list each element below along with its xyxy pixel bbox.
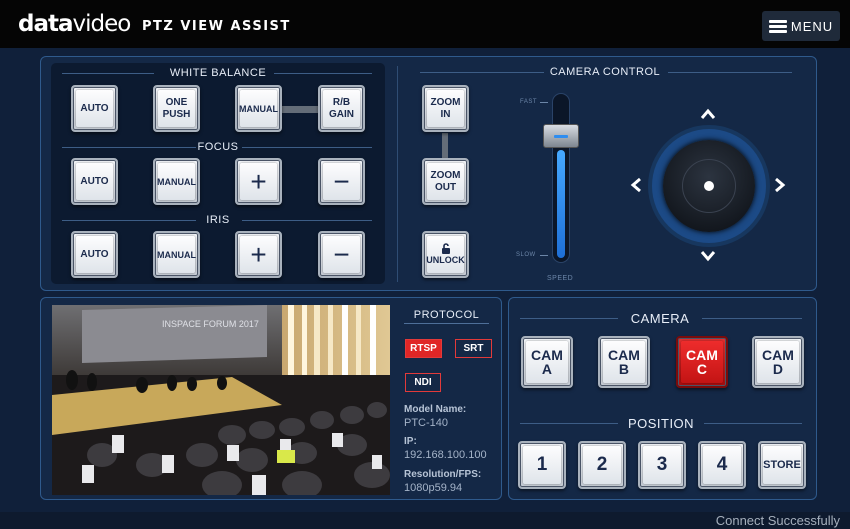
top-bar: datavideo PTZ VIEW ASSIST MENU <box>0 0 850 48</box>
pan-right-icon[interactable] <box>774 177 786 193</box>
tilt-up-icon[interactable] <box>700 108 716 120</box>
focus-near-button[interactable]: + <box>235 158 282 205</box>
speed-slider-handle[interactable] <box>543 124 579 148</box>
camera-preview-video: INSPACE FORUM 2017 <box>52 305 390 495</box>
cam-c-button[interactable]: CAM C <box>676 336 728 388</box>
resolution-value: 1080p59.94 <box>404 482 463 494</box>
connection-status: Connect Successfully <box>715 513 840 528</box>
position-3-button[interactable]: 3 <box>638 441 686 489</box>
position-1-button[interactable]: 1 <box>518 441 566 489</box>
speed-slider-fill <box>557 150 565 258</box>
focus-auto-button[interactable]: AUTO <box>71 158 118 205</box>
cam-d-button[interactable]: CAM D <box>752 336 804 388</box>
wb-auto-button[interactable]: AUTO <box>71 85 118 132</box>
hamburger-icon <box>768 19 787 33</box>
padlock-open-icon <box>441 243 450 254</box>
focus-manual-button[interactable]: MANUAL <box>153 158 200 205</box>
iris-close-button[interactable]: − <box>318 231 365 278</box>
zoom-in-button[interactable]: ZOOM IN <box>422 85 469 132</box>
wb-one-push-button[interactable]: ONE PUSH <box>153 85 200 132</box>
rtsp-button[interactable]: RTSP <box>405 339 442 358</box>
position-4-button[interactable]: 4 <box>698 441 746 489</box>
tilt-down-icon[interactable] <box>700 250 716 262</box>
cam-a-button[interactable]: CAM A <box>521 336 573 388</box>
cam-b-button[interactable]: CAM B <box>598 336 650 388</box>
camera-title: CAMERA <box>630 311 690 326</box>
datavideo-logo: datavideo <box>18 11 131 37</box>
panel-divider <box>397 66 398 282</box>
menu-label: MENU <box>790 18 834 34</box>
iris-title: IRIS <box>206 214 230 226</box>
iris-auto-button[interactable]: AUTO <box>71 231 118 278</box>
srt-button[interactable]: SRT <box>455 339 492 358</box>
projection-text: INSPACE FORUM 2017 <box>162 319 259 329</box>
speed-label: SPEED <box>547 275 574 282</box>
fast-label: FAST <box>520 99 538 105</box>
conference-scene-image: INSPACE FORUM 2017 <box>52 305 390 495</box>
camera-control-title: CAMERA CONTROL <box>549 66 661 78</box>
menu-button[interactable]: MENU <box>762 11 840 41</box>
unlock-button[interactable]: UNLOCK <box>422 231 469 278</box>
position-title: POSITION <box>627 416 695 431</box>
app-title: PTZ VIEW ASSIST <box>142 19 291 34</box>
iris-open-button[interactable]: + <box>235 231 282 278</box>
ip-value: 192.168.100.100 <box>404 449 487 461</box>
wb-manual-button[interactable]: MANUAL <box>235 85 282 132</box>
focus-title: FOCUS <box>197 141 239 153</box>
white-balance-title: WHITE BALANCE <box>169 67 267 79</box>
focus-far-button[interactable]: − <box>318 158 365 205</box>
wb-rb-gain-button[interactable]: R/B GAIN <box>318 85 365 132</box>
protocol-title: PROTOCOL <box>413 309 480 321</box>
ip-label: IP: <box>404 436 417 447</box>
resolution-label: Resolution/FPS: <box>404 469 482 480</box>
store-button[interactable]: STORE <box>758 441 806 489</box>
pan-left-icon[interactable] <box>630 177 642 193</box>
model-name-value: PTC-140 <box>404 417 449 429</box>
model-name-label: Model Name: <box>404 404 467 415</box>
position-2-button[interactable]: 2 <box>578 441 626 489</box>
joystick-center-dot <box>704 181 714 191</box>
iris-manual-button[interactable]: MANUAL <box>153 231 200 278</box>
zoom-out-button[interactable]: ZOOM OUT <box>422 158 469 205</box>
ndi-button[interactable]: NDI <box>405 373 441 392</box>
slow-label: SLOW <box>516 252 536 258</box>
